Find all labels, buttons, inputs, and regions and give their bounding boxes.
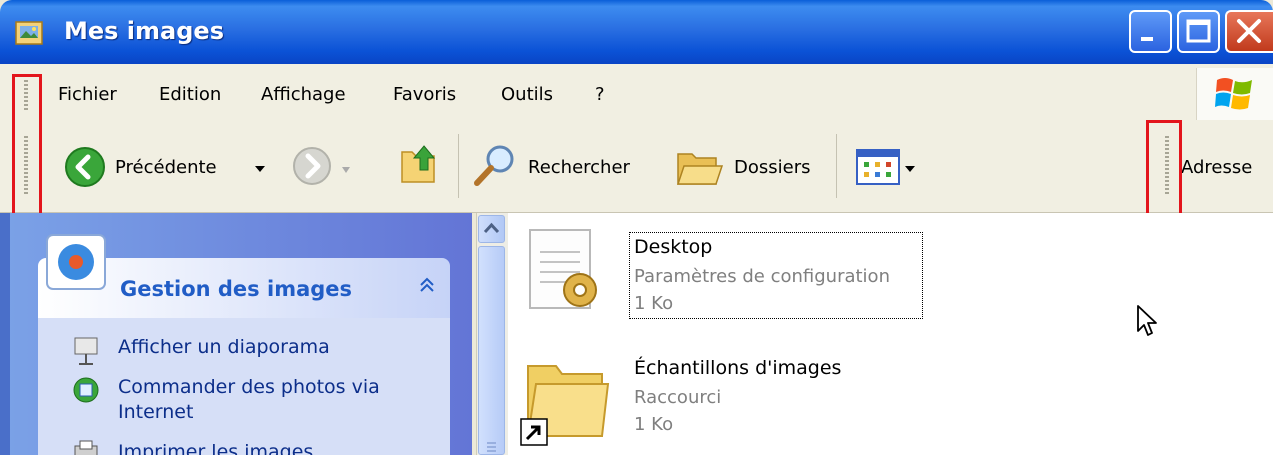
task-view-slideshow[interactable]: Afficher un diaporama xyxy=(118,335,330,359)
minimize-icon xyxy=(1141,37,1153,41)
window-title: Mes images xyxy=(64,17,224,45)
search-button-label[interactable]: Rechercher xyxy=(528,157,630,178)
scroll-up-button[interactable] xyxy=(478,215,505,243)
maximize-button[interactable] xyxy=(1177,10,1220,53)
print-pictures-icon xyxy=(74,440,98,455)
search-magnifier-icon[interactable] xyxy=(472,142,518,188)
file-size-desktop: 1 Ko xyxy=(634,293,674,314)
task-order-photos-line1[interactable]: Commander des photos via xyxy=(118,375,380,399)
close-button[interactable] xyxy=(1225,10,1273,53)
menu-outils[interactable]: Outils xyxy=(501,84,553,105)
title-bar[interactable]: Mes images xyxy=(0,0,1273,64)
windows-flag-icon xyxy=(1215,78,1252,110)
scroll-up-arrow-icon xyxy=(483,222,500,234)
config-file-icon[interactable] xyxy=(522,224,608,320)
back-button-label[interactable]: Précédente xyxy=(115,157,217,178)
address-label: Adresse xyxy=(1181,157,1253,178)
task-print-pictures[interactable]: Imprimer les images xyxy=(118,440,313,455)
folders-icon[interactable] xyxy=(676,148,726,188)
menu-fichier[interactable]: Fichier xyxy=(58,84,117,105)
maximize-icon xyxy=(1186,19,1211,43)
menu-help[interactable]: ? xyxy=(595,84,605,105)
standard-toolbar: Précédente Rechercher Dossiers Adresse xyxy=(0,122,1273,213)
folders-button-label[interactable]: Dossiers xyxy=(734,157,810,178)
scroll-grip-icon xyxy=(487,442,496,452)
explorer-window: Mes images Fichier Edition Affichage Fav… xyxy=(0,0,1273,455)
menu-affichage[interactable]: Affichage xyxy=(261,84,346,105)
my-pictures-icon xyxy=(15,21,43,45)
mouse-cursor-icon xyxy=(1137,305,1157,336)
collapse-chevron-icon[interactable] xyxy=(418,276,436,294)
toolbar-separator xyxy=(458,134,459,198)
forward-dropdown-chevron-icon[interactable] xyxy=(341,166,351,174)
picture-tasks-header-icon xyxy=(46,234,106,290)
picture-tasks-title[interactable]: Gestion des images xyxy=(120,277,352,301)
file-name-desktop[interactable]: Desktop xyxy=(634,236,712,258)
close-icon xyxy=(1237,19,1261,43)
forward-arrow-icon[interactable] xyxy=(292,146,332,186)
shortcut-arrow-icon xyxy=(520,418,548,446)
windows-logo xyxy=(1196,68,1273,120)
file-type-desktop: Paramètres de configuration xyxy=(634,266,890,287)
file-size-sample-pictures: 1 Ko xyxy=(634,414,674,435)
back-arrow-icon[interactable] xyxy=(64,146,106,188)
highlight-box-right xyxy=(1146,120,1182,224)
views-icon[interactable] xyxy=(856,149,900,185)
back-dropdown-chevron-icon[interactable] xyxy=(254,164,266,174)
minimize-button[interactable] xyxy=(1129,10,1172,53)
toolbar-separator xyxy=(836,134,837,198)
highlight-box-left xyxy=(12,74,42,218)
slideshow-icon xyxy=(74,337,98,365)
up-folder-icon[interactable] xyxy=(398,142,442,186)
file-type-sample-pictures: Raccourci xyxy=(634,387,722,408)
task-pane-edge xyxy=(0,213,10,455)
scroll-thumb[interactable] xyxy=(478,246,505,455)
order-photos-icon xyxy=(73,377,99,403)
task-order-photos-line2[interactable]: Internet xyxy=(118,400,193,424)
menu-bar: Fichier Edition Affichage Favoris Outils… xyxy=(0,64,1273,123)
menu-favoris[interactable]: Favoris xyxy=(393,84,456,105)
views-dropdown-chevron-icon[interactable] xyxy=(904,164,916,174)
file-name-sample-pictures[interactable]: Échantillons d'images xyxy=(634,357,841,379)
menu-edition[interactable]: Edition xyxy=(159,84,221,105)
